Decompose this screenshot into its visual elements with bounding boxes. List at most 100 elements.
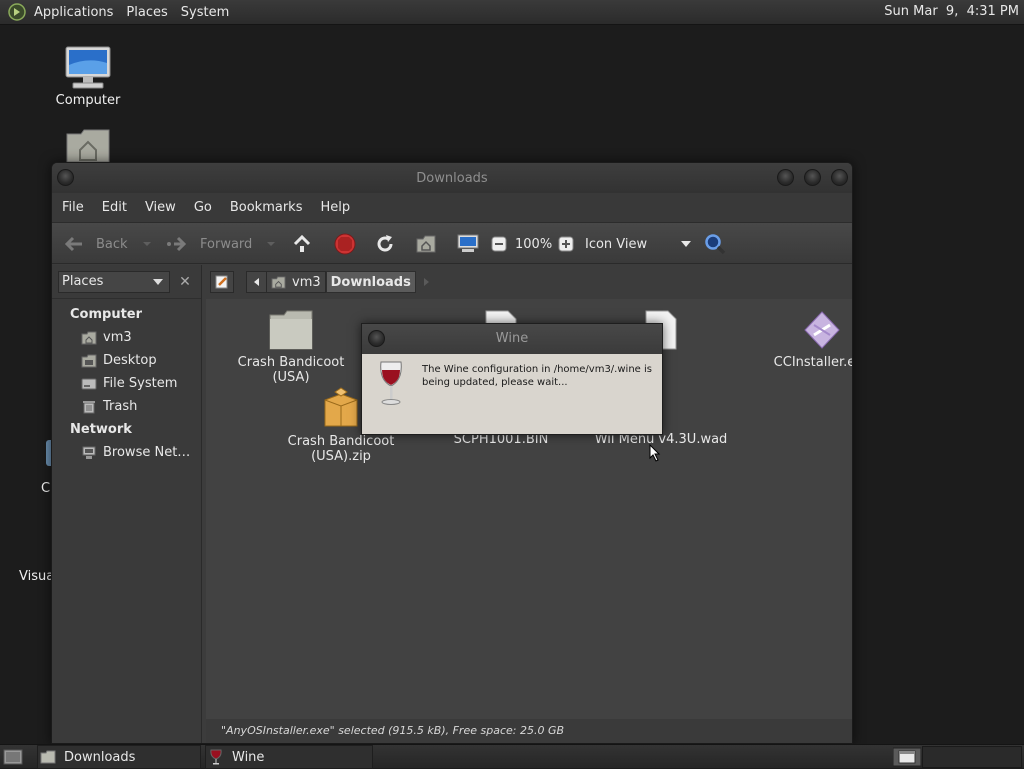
sidebar-places-select[interactable]: Places [58, 270, 170, 293]
drive-icon [81, 378, 97, 389]
sidebar-header: Places ✕ [52, 265, 201, 299]
zoom-level[interactable]: 100% [515, 223, 552, 265]
maximize-button[interactable] [804, 169, 821, 186]
home-icon [416, 235, 436, 253]
folder-icon [269, 310, 313, 350]
forward-button[interactable]: Forward [166, 223, 276, 265]
show-desktop-icon [3, 749, 23, 765]
menubar: File Edit View Go Bookmarks Help [52, 193, 852, 222]
file-name: CCInstaller.exe [773, 355, 852, 370]
file-name: Crash Bandicoot (USA) [237, 355, 345, 385]
bottom-panel: Downloads Wine [0, 744, 1024, 769]
home-folder-icon [66, 129, 110, 163]
minimize-button[interactable] [777, 169, 794, 186]
view-mode-label: Icon View [585, 236, 648, 252]
reload-button[interactable] [375, 223, 395, 265]
places-menu[interactable]: Places [126, 5, 167, 20]
file-item[interactable]: Crash Bandicoot (USA) [221, 309, 361, 385]
file-item[interactable]: CCInstaller.exe [752, 309, 852, 370]
zoom-in-icon [558, 236, 574, 252]
taskbar-item-wine[interactable]: Wine [205, 745, 373, 769]
menu-bookmarks[interactable]: Bookmarks [230, 200, 303, 215]
top-panel: Applications Places System Sun Mar 9, 4:… [0, 0, 1024, 25]
sidebar: Places ✕ Computer vm3 Desktop File Syste… [52, 265, 202, 743]
trash-icon [83, 400, 95, 413]
chevron-down-icon [153, 278, 163, 285]
menu-view[interactable]: View [145, 200, 176, 215]
desktop-icon-home[interactable] [43, 128, 133, 164]
sidebar-item-label: vm3 [103, 330, 132, 345]
view-mode-select[interactable]: Icon View [585, 223, 692, 265]
mouse-cursor-icon [649, 444, 661, 462]
path-scroll-left-button[interactable] [246, 271, 266, 293]
desktop-partial-label: C [41, 481, 51, 496]
sidebar-item-browse-network[interactable]: Browse Net… [52, 441, 201, 464]
dialog-titlebar[interactable]: Wine [362, 324, 662, 354]
archive-icon [324, 387, 358, 427]
sidebar-item-label: Desktop [103, 353, 157, 368]
clock[interactable]: Sun Mar 9, 4:31 PM [884, 4, 1019, 19]
search-button[interactable] [704, 223, 726, 265]
window-titlebar[interactable]: Downloads [52, 163, 852, 193]
show-desktop-button[interactable] [3, 745, 23, 769]
sidebar-section-computer: Computer [70, 307, 143, 322]
home-icon [271, 275, 286, 289]
path-scroll-right-button[interactable] [416, 271, 436, 293]
window-title: Downloads [416, 171, 488, 186]
chevron-down-icon [681, 241, 692, 247]
forward-label: Forward [200, 236, 253, 252]
distro-logo-icon[interactable] [8, 3, 26, 21]
sidebar-close-button[interactable]: ✕ [176, 273, 194, 291]
workspace-switcher-inactive[interactable] [922, 746, 1022, 768]
menu-edit[interactable]: Edit [102, 200, 127, 215]
dialog-title: Wine [495, 331, 529, 346]
breadcrumb-downloads[interactable]: Downloads [325, 271, 416, 293]
desktop-icon-computer[interactable]: Computer [43, 45, 133, 108]
zoom-out-button[interactable] [491, 223, 507, 265]
back-button[interactable]: Back [64, 223, 152, 265]
chevron-right-icon [423, 278, 429, 286]
workspace-icon [893, 747, 921, 767]
dialog-menu-button[interactable] [368, 330, 385, 347]
workspace-switcher[interactable] [893, 745, 921, 769]
computer-button[interactable] [457, 223, 479, 265]
close-button[interactable] [831, 169, 848, 186]
sidebar-item-desktop[interactable]: Desktop [52, 349, 201, 372]
stop-button[interactable] [334, 223, 356, 265]
breadcrumb-vm3[interactable]: vm3 [266, 271, 326, 293]
zoom-in-button[interactable] [558, 223, 574, 265]
sidebar-item-vm3[interactable]: vm3 [52, 326, 201, 349]
menu-help[interactable]: Help [320, 200, 350, 215]
home-button[interactable] [416, 223, 436, 265]
location-toggle-button[interactable] [210, 271, 234, 293]
window-menu-button[interactable] [57, 169, 74, 186]
chevron-left-icon [253, 278, 259, 286]
chevron-down-icon [267, 242, 276, 246]
folder-icon [40, 750, 56, 764]
desktop-partial-label: Visua [19, 569, 55, 584]
sidebar-item-label: File System [103, 376, 178, 391]
desktop-icon-label: Computer [55, 93, 121, 108]
applications-menu[interactable]: Applications [34, 5, 113, 20]
up-button[interactable] [292, 223, 312, 265]
wine-glass-icon [380, 361, 402, 405]
system-menu[interactable]: System [181, 5, 229, 20]
menu-file[interactable]: File [62, 200, 84, 215]
breadcrumb-label: Downloads [330, 274, 411, 290]
chevron-down-icon [142, 242, 151, 246]
taskbar-item-downloads[interactable]: Downloads [37, 745, 201, 769]
zoom-out-icon [491, 236, 507, 252]
network-icon [82, 446, 96, 459]
sidebar-item-file-system[interactable]: File System [52, 372, 201, 395]
sidebar-item-label: Trash [103, 399, 138, 414]
desktop-icon [81, 354, 97, 367]
wine-icon [210, 749, 222, 765]
sidebar-section-network: Network [70, 422, 132, 437]
status-bar: "AnyOSInstaller.exe" selected (915.5 kB)… [206, 719, 852, 743]
sidebar-item-label: Browse Net… [103, 445, 191, 460]
menu-go[interactable]: Go [194, 200, 212, 215]
sidebar-item-trash[interactable]: Trash [52, 395, 201, 418]
back-arrow-icon [64, 236, 82, 252]
home-icon [81, 331, 97, 344]
taskbar-item-label: Downloads [64, 749, 136, 765]
